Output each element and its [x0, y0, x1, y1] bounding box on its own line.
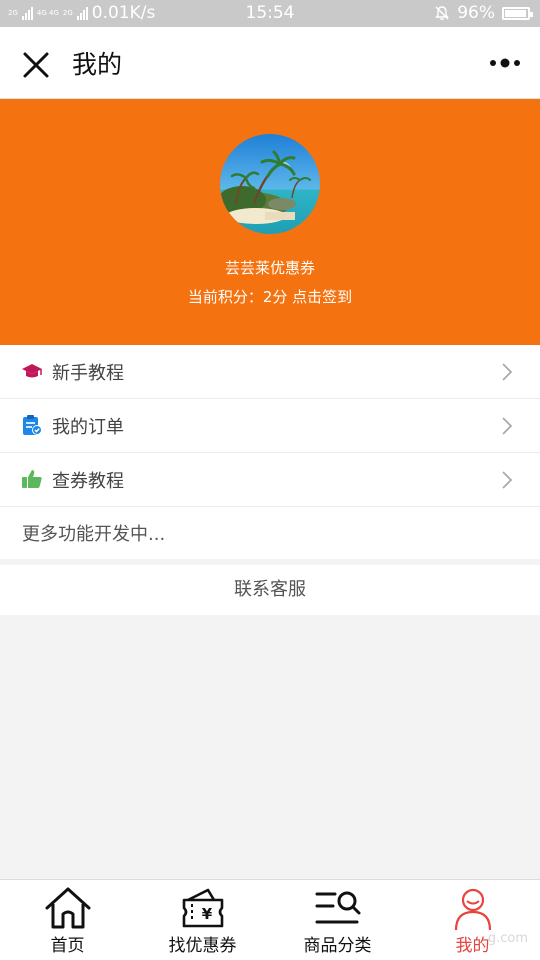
profile-header: 芸芸莱优惠券 当前积分：2分 点击签到 [0, 99, 540, 345]
coupon-icon: ¥ [182, 888, 223, 928]
menu-item-label: 查券教程 [52, 471, 124, 492]
battery-percent: 96% [457, 3, 495, 23]
tab-find-coupons[interactable]: ¥ 找优惠券 [135, 880, 270, 960]
tab-label: 首页 [50, 936, 85, 956]
user-icon [454, 888, 491, 930]
home-icon [45, 887, 90, 929]
category-search-icon [315, 891, 360, 924]
watermark: g.com [487, 931, 528, 946]
contact-service-button[interactable]: 联系客服 [0, 565, 540, 615]
menu-item-tutorial[interactable]: 新手教程 [0, 345, 540, 399]
menu-item-label: 我的订单 [52, 417, 124, 438]
clipboard-check-icon [23, 415, 42, 435]
tab-home[interactable]: 首页 [0, 880, 135, 960]
chevron-right-icon [502, 471, 513, 489]
svg-text:¥: ¥ [201, 905, 212, 923]
navbar: 我的 [0, 27, 540, 99]
tab-mine[interactable]: 我的 g.com [405, 880, 540, 960]
more-features-label: 更多功能开发中... [22, 524, 166, 545]
close-icon[interactable] [20, 49, 52, 81]
more-dots-icon[interactable] [488, 55, 522, 71]
page-title: 我的 [72, 50, 123, 79]
menu-item-label: 新手教程 [52, 363, 124, 384]
points-signin-link[interactable]: 当前积分：2分 点击签到 [0, 286, 540, 307]
graduation-cap-icon [22, 364, 42, 378]
menu-item-coupon-tutorial[interactable]: 查券教程 [0, 453, 540, 507]
chevron-right-icon [502, 363, 513, 381]
status-right: 96% [434, 3, 533, 23]
chevron-right-icon [502, 417, 513, 435]
tab-categories[interactable]: 商品分类 [270, 880, 405, 960]
menu-item-orders[interactable]: 我的订单 [0, 399, 540, 453]
thumbs-up-icon [22, 470, 42, 488]
tab-bar: 首页 ¥ 找优惠券 商品分类 我的 g.com [0, 879, 540, 960]
bell-muted-icon [435, 6, 450, 21]
tab-label: 找优惠券 [168, 936, 237, 956]
battery-icon [502, 6, 533, 20]
menu-list: 新手教程 我的订单 查券教程 更多功能开发中... [0, 345, 540, 559]
status-bar: 2G 4G 4G 2G 0.01K/s 15:54 96% [0, 0, 540, 27]
avatar[interactable] [220, 134, 320, 234]
shop-name: 芸芸莱优惠券 [224, 259, 315, 277]
more-features-note: 更多功能开发中... [0, 507, 540, 559]
tab-label: 商品分类 [303, 936, 372, 956]
